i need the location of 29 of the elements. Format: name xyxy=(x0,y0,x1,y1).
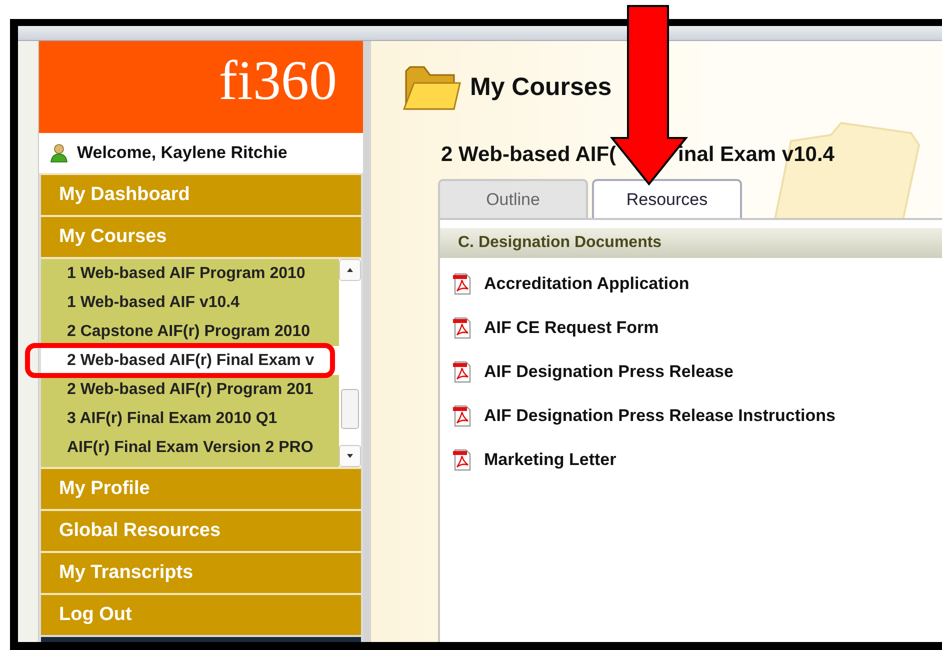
document-link[interactable]: AIF CE Request Form xyxy=(440,306,942,350)
course-item[interactable]: 3 AIF(r) Final Exam 2010 Q1 xyxy=(41,404,339,433)
welcome-text: Welcome, Kaylene Ritchie xyxy=(77,143,288,163)
course-item[interactable]: 1 Web-based AIF v10.4 xyxy=(41,288,339,317)
logo: fi360 xyxy=(39,41,363,133)
pdf-icon xyxy=(452,361,472,383)
tab[interactable]: Resources xyxy=(592,179,742,218)
document-link[interactable]: Marketing Letter xyxy=(440,438,942,482)
course-item[interactable]: 2 Capstone AIF(r) Program 2010 xyxy=(41,317,339,346)
pdf-icon xyxy=(452,273,472,295)
course-item[interactable]: 1 Web-based AIF Program 2010 xyxy=(41,259,339,288)
course-title: inal Exam v10.4 xyxy=(678,143,834,167)
course-item[interactable]: 2 Web-based AIF(r) Program 201 xyxy=(41,375,339,404)
document-link[interactable]: Accreditation Application xyxy=(440,262,942,306)
pdf-icon xyxy=(452,317,472,339)
tab[interactable]: Outline xyxy=(438,179,588,218)
pdf-icon xyxy=(452,405,472,427)
course-title: 2 Web-based AIF( xyxy=(441,143,616,167)
scroll-down-icon[interactable] xyxy=(339,445,361,467)
document-link[interactable]: AIF Designation Press Release xyxy=(440,350,942,394)
scrollbar[interactable] xyxy=(339,259,361,467)
section-title: C. Designation Documents xyxy=(458,234,662,251)
user-icon xyxy=(49,143,69,163)
document-link[interactable]: AIF Designation Press Release Instructions xyxy=(440,394,942,438)
scroll-thumb[interactable] xyxy=(341,389,359,429)
pdf-icon xyxy=(452,449,472,471)
scroll-up-icon[interactable] xyxy=(339,259,361,281)
course-item[interactable]: AIF(r) Final Exam Version 2 PRO xyxy=(41,433,339,462)
page-heading: My Courses xyxy=(470,72,612,102)
